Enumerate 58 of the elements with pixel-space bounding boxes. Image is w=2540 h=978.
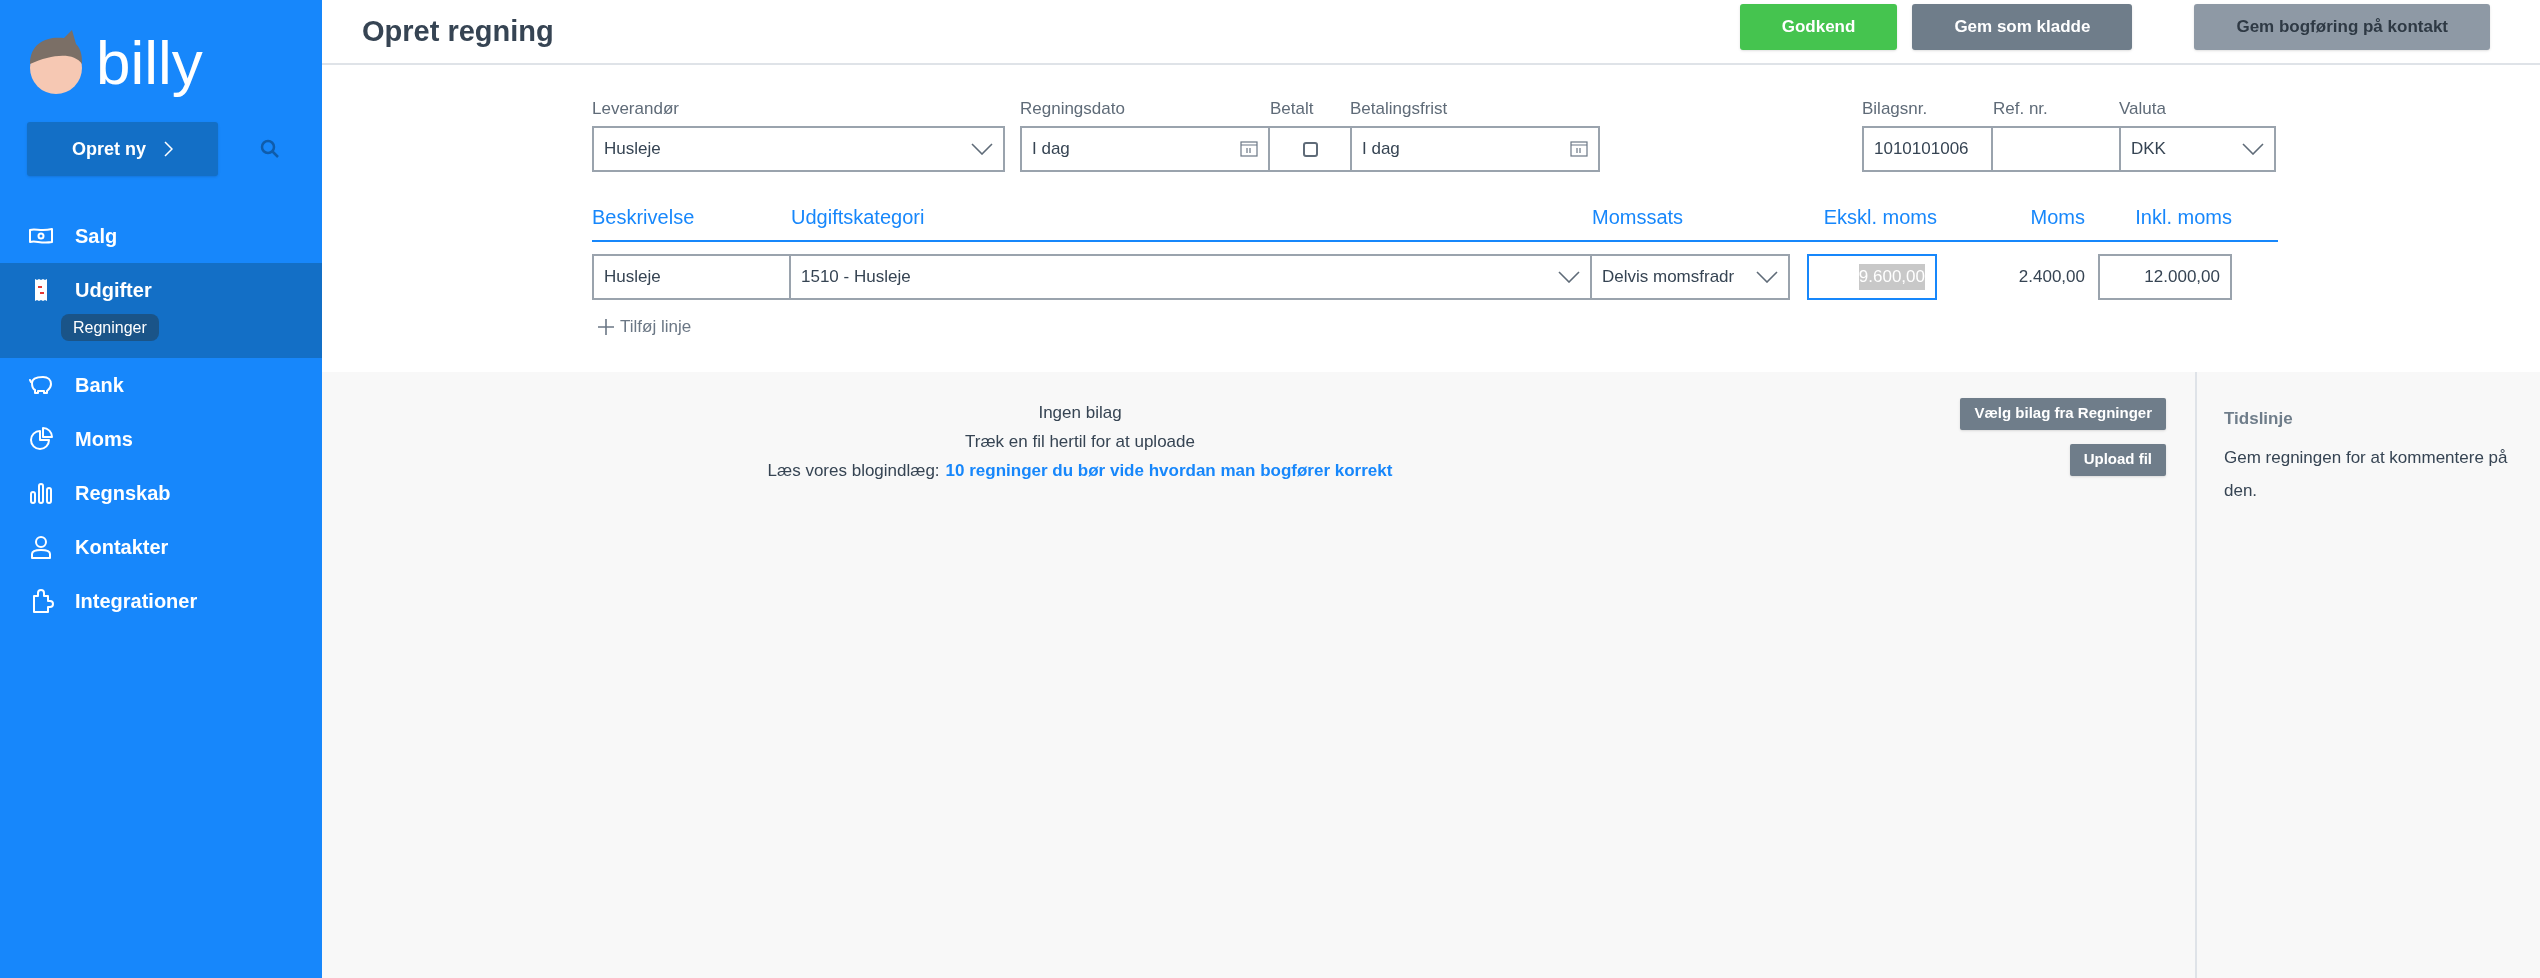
sidebar-item[interactable]: Udgifter Regninger: [0, 263, 322, 358]
header-button[interactable]: Gem som kladde: [1912, 3, 2133, 50]
bar-chart-icon: [28, 480, 54, 506]
sidebar-item[interactable]: Bank: [0, 358, 322, 412]
voucher-number-field[interactable]: 1010101006: [1862, 126, 1993, 172]
create-new-button[interactable]: Opret ny: [27, 122, 218, 176]
chevron-down-icon: [971, 143, 993, 155]
search-icon[interactable]: [260, 139, 280, 159]
chevron-down-icon: [2242, 143, 2264, 155]
field-label: Valuta: [2119, 98, 2167, 120]
field-label: Bilagsnr.: [1862, 98, 1929, 120]
date-field[interactable]: I dag: [1350, 126, 1600, 172]
column-header: Ekskl. moms: [1822, 205, 1937, 230]
column-header: Momssats: [1592, 205, 1685, 230]
sidebar-item[interactable]: Regnskab: [0, 466, 322, 520]
chevron-down-icon: [1756, 271, 1778, 283]
description-field[interactable]: Husleje: [592, 254, 791, 300]
field-label: Betalingsfrist: [1350, 98, 1449, 120]
page-title: Opret regning: [362, 13, 554, 49]
category-select[interactable]: 1510 - Husleje: [791, 254, 1592, 300]
logo-icon: [28, 30, 84, 96]
calendar-icon: [1240, 141, 1258, 157]
column-header: Beskrivelse: [592, 205, 696, 230]
timeline-title: Tidslinje: [2224, 407, 2294, 430]
vat-rate-select[interactable]: Delvis momsfradr: [1592, 254, 1790, 300]
currency-select[interactable]: DKK: [2119, 126, 2276, 172]
field-label: Regningsdato: [1020, 98, 1126, 120]
field-label: Betalt: [1270, 98, 1315, 120]
pie-chart-icon: [28, 426, 54, 452]
amount-field[interactable]: 12.000,00: [2098, 254, 2232, 300]
field-label: Ref. nr.: [1993, 98, 2049, 120]
date-field[interactable]: I dag: [1020, 126, 1270, 172]
attachment-status: Ingen bilag: [1038, 401, 1122, 424]
upload-hint: Træk en fil hertil for at uploade: [965, 430, 1195, 453]
field-label: Leverandør: [592, 98, 680, 120]
vat-amount: 2.400,00: [2017, 266, 2085, 289]
calendar-icon: [1570, 141, 1588, 157]
sidebar-item[interactable]: Integrationer: [0, 574, 322, 628]
blog-link[interactable]: 10 regninger du bør vide hvordan man bogfører korrekt: [945, 455, 1393, 485]
person-icon: [28, 534, 54, 560]
sidebar-item[interactable]: Kontakter: [0, 520, 322, 574]
chevron-right-icon: [164, 141, 173, 157]
attachment-button[interactable]: Upload fil: [2069, 443, 2166, 476]
plus-icon: [598, 318, 614, 335]
sidebar-item[interactable]: Salg: [0, 209, 322, 263]
reference-number-field[interactable]: [1993, 126, 2119, 172]
column-header: Moms: [2029, 205, 2085, 230]
column-header: Inkl. moms: [2134, 205, 2232, 230]
column-header: Udgiftskategori: [791, 205, 926, 230]
sidebar-subitem[interactable]: Regninger: [61, 314, 159, 341]
blog-prefix: Læs vores blogindlæg:: [767, 459, 940, 482]
paid-checkbox[interactable]: [1302, 141, 1318, 157]
sidebar-item[interactable]: Moms: [0, 412, 322, 466]
timeline-text: Gem regningen for at kommentere på den.: [2224, 447, 2509, 502]
add-line-button[interactable]: Tilføj linje: [598, 314, 692, 340]
attachment-button[interactable]: Vælg bilag fra Regninger: [1960, 397, 2166, 430]
chevron-down-icon: [1558, 271, 1580, 283]
supplier-select[interactable]: Husleje: [592, 126, 1005, 172]
